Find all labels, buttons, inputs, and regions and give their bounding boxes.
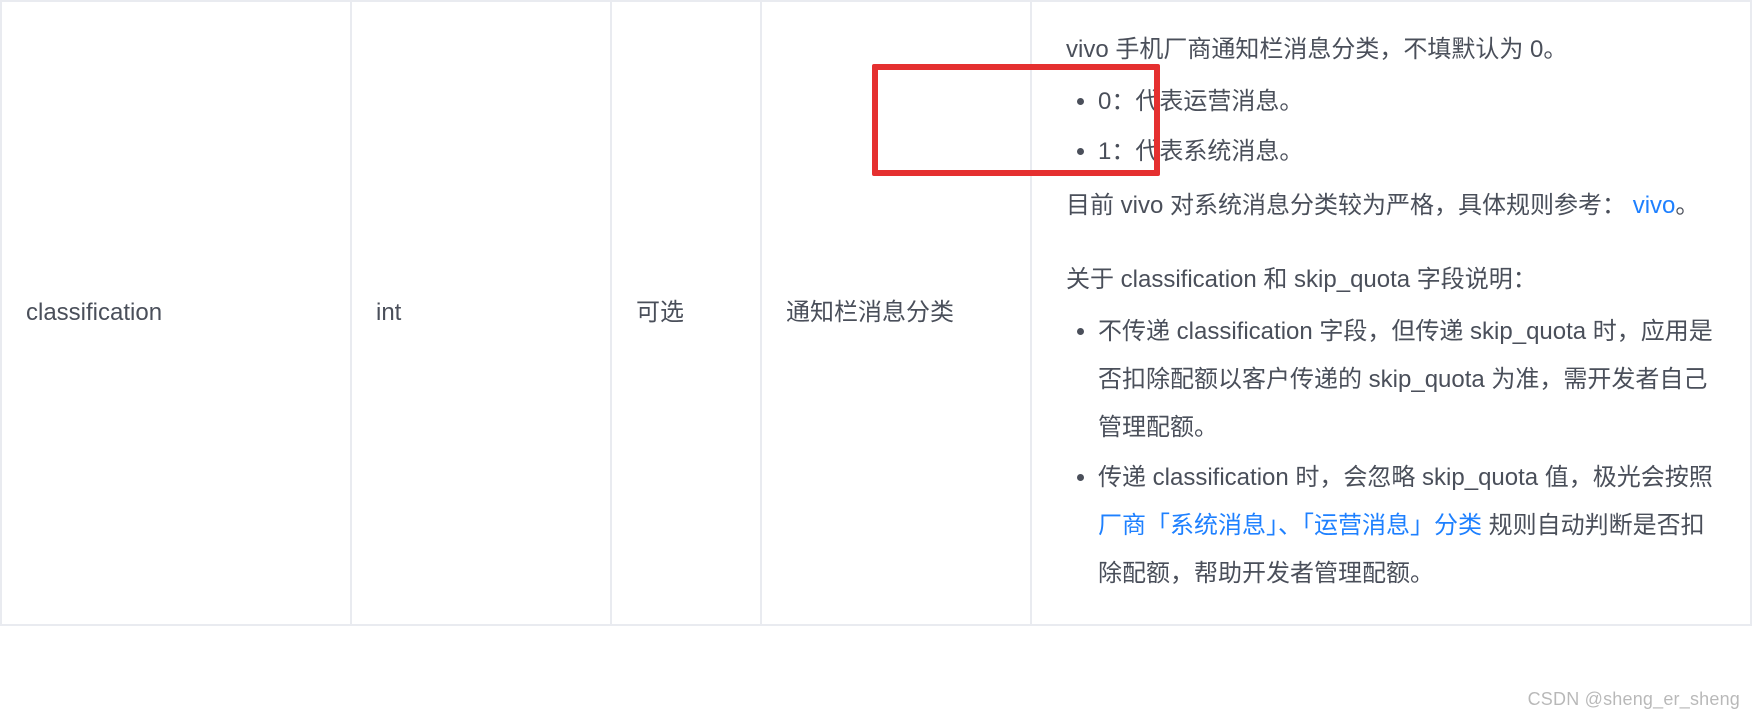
watermark: CSDN @sheng_er_sheng (1528, 689, 1740, 710)
cell-required: 可选 (611, 1, 761, 625)
desc-b2-pre: 传递 classification 时，会忽略 skip_quota 值，极光会… (1098, 464, 1713, 491)
cell-description: vivo 手机厂商通知栏消息分类，不填默认为 0。 0：代表运营消息。 1：代表… (1031, 1, 1751, 625)
desc-b2: 传递 classification 时，会忽略 skip_quota 值，极光会… (1098, 454, 1716, 598)
desc-opt0: 0：代表运营消息。 (1098, 78, 1716, 126)
param-table: classification int 可选 通知栏消息分类 vivo 手机厂商通… (0, 0, 1752, 626)
table-row: classification int 可选 通知栏消息分类 vivo 手机厂商通… (1, 1, 1751, 625)
spacer (1066, 234, 1716, 256)
desc-rule: 目前 vivo 对系统消息分类较为严格，具体规则参考： vivo。 (1066, 182, 1716, 230)
desc-b1: 不传递 classification 字段，但传递 skip_quota 时，应… (1098, 308, 1716, 452)
desc-intro: vivo 手机厂商通知栏消息分类，不填默认为 0。 (1066, 26, 1716, 74)
desc-about-list: 不传递 classification 字段，但传递 skip_quota 时，应… (1066, 308, 1716, 598)
desc-option-list: 0：代表运营消息。 1：代表系统消息。 (1066, 78, 1716, 176)
desc-period: 。 (1675, 192, 1699, 219)
cell-title: 通知栏消息分类 (761, 1, 1031, 625)
desc-about: 关于 classification 和 skip_quota 字段说明： (1066, 256, 1716, 304)
cell-field: classification (1, 1, 351, 625)
desc-opt1: 1：代表系统消息。 (1098, 128, 1716, 176)
vivo-link[interactable]: vivo (1633, 192, 1676, 219)
category-rule-link[interactable]: 厂商「系统消息」、「运营消息」分类 (1098, 512, 1482, 539)
desc-rule-pre: 目前 vivo 对系统消息分类较为严格，具体规则参考： (1066, 192, 1626, 219)
cell-type: int (351, 1, 611, 625)
page-root: classification int 可选 通知栏消息分类 vivo 手机厂商通… (0, 0, 1752, 716)
